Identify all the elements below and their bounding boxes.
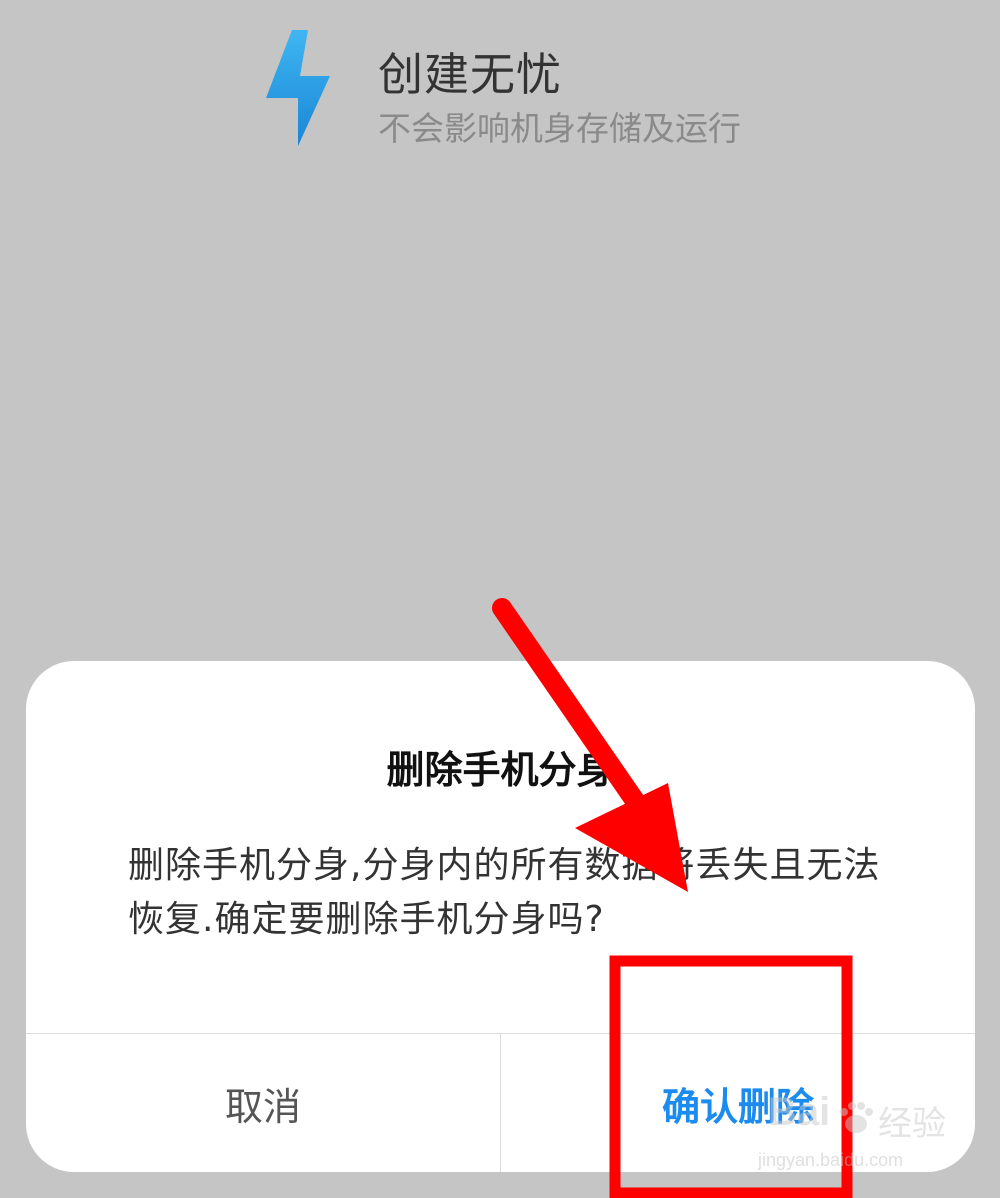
paw-icon	[840, 1102, 873, 1133]
dialog-title: 删除手机分身	[386, 748, 615, 792]
promo-subtitle: 不会影响机身存储及运行	[378, 109, 741, 148]
watermark-url: jingyan.baidu.com	[758, 1150, 904, 1170]
watermark-sub: 经验	[878, 1104, 946, 1144]
cancel-button[interactable]: 取消	[26, 1034, 500, 1172]
dialog-message: 删除手机分身,分身内的所有数据将丢失且无法恢复.确定要删除手机分身吗?	[128, 845, 881, 940]
watermark-logo: Bai	[768, 1090, 831, 1134]
lightning-bolt-icon	[266, 30, 330, 146]
promo-title: 创建无忧	[378, 48, 563, 101]
baidu-jingyan-watermark: Bai 经验 jingyan.baidu.com	[758, 1090, 968, 1190]
app-promo-header: 创建无忧 不会影响机身存储及运行	[0, 0, 1000, 180]
